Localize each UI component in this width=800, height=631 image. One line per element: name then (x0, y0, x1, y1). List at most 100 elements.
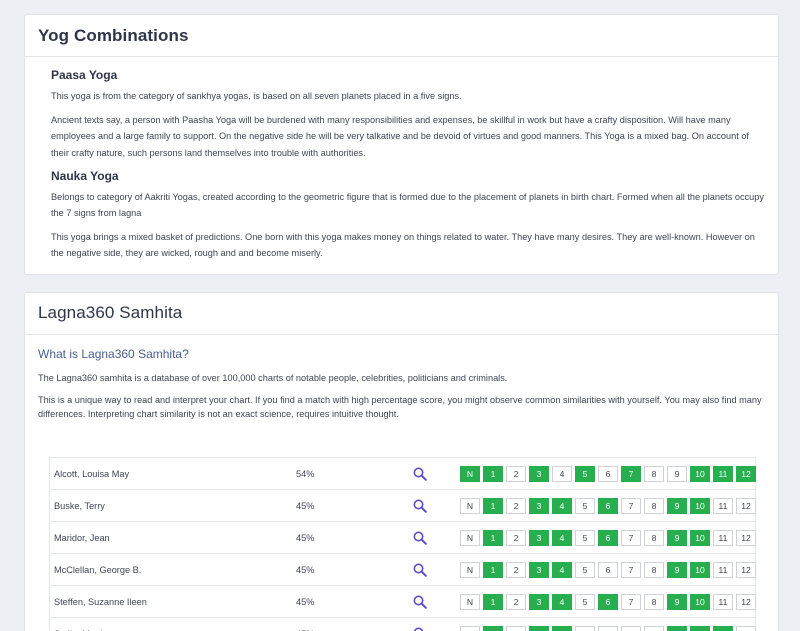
house-box: 6 (598, 626, 618, 631)
yoga-block: Paasa Yoga This yoga is from the category… (51, 68, 765, 161)
search-icon[interactable] (412, 530, 428, 546)
yoga-description: Ancient texts say, a person with Paasha … (51, 115, 749, 158)
house-box: 12 (736, 594, 756, 610)
yoga-block: Nauka Yoga Belongs to category of Aakriti… (51, 169, 765, 262)
yog-combinations-header: Yog Combinations (25, 15, 778, 57)
house-indicators: N123456789101112 (460, 562, 759, 578)
house-box: 4 (552, 530, 572, 546)
search-icon[interactable] (412, 626, 428, 631)
yog-combinations-title: Yog Combinations (38, 26, 189, 45)
house-box: 3 (529, 626, 549, 631)
house-box: 3 (529, 594, 549, 610)
yog-combinations-card: Yog Combinations Paasa Yoga This yoga is … (24, 14, 779, 275)
house-box: 11 (713, 594, 733, 610)
samhita-paragraph: This is a unique way to read and interpr… (38, 395, 762, 420)
house-box: 1 (483, 594, 503, 610)
yoga-name: Paasa Yoga (51, 68, 118, 82)
table-row: Buske, Terry 45% N 1 2 3 4 5 6 7 8 9 10 11 12 (50, 490, 756, 522)
house-box: 3 (529, 530, 549, 546)
house-box: 4 (552, 594, 572, 610)
house-box: 4 (552, 498, 572, 514)
house-box: 2 (506, 562, 526, 578)
yoga-name: Nauka Yoga (51, 168, 119, 183)
house-box: 10 (690, 530, 710, 546)
house-indicators: N123456789101112 (460, 594, 759, 610)
house-box: 11 (713, 530, 733, 546)
house-box: 4 (552, 562, 572, 578)
search-icon[interactable] (412, 562, 428, 578)
house-box: 12 (736, 466, 756, 482)
house-box: 4 (552, 466, 572, 482)
match-score: 45% (296, 564, 315, 575)
house-box: 8 (644, 466, 664, 482)
house-box: 1 (483, 466, 503, 482)
samhita-paragraph: The Lagna360 samhita is a database of ov… (38, 373, 508, 383)
house-box: 7 (621, 466, 641, 482)
samhita-header: Lagna360 Samhita (25, 293, 778, 335)
house-box: 10 (690, 626, 710, 631)
match-score: 45% (296, 532, 315, 543)
house-box: 5 (575, 498, 595, 514)
house-box: 5 (575, 466, 595, 482)
table-row: Maridor, Jean 45% N 1 2 3 4 5 6 7 8 9 10 11 12 (50, 522, 756, 554)
house-box: N (460, 498, 480, 514)
yoga-description: This yoga brings a mixed basket of predi… (51, 232, 755, 259)
house-box: 2 (506, 530, 526, 546)
house-box: 9 (667, 594, 687, 610)
house-box: 1 (483, 562, 503, 578)
house-box: 2 (506, 626, 526, 631)
samhita-intro: What is Lagna360 Samhita? The Lagna360 s… (25, 335, 778, 422)
house-box: 6 (598, 530, 618, 546)
house-box: 12 (736, 498, 756, 514)
house-box: 11 (713, 626, 733, 631)
house-box: 11 (713, 562, 733, 578)
house-indicators: N123456789101112 (460, 466, 759, 482)
house-box: 9 (667, 562, 687, 578)
house-box: 12 (736, 562, 756, 578)
samhita-title: Lagna360 Samhita (38, 303, 183, 322)
house-box: 8 (644, 530, 664, 546)
person-name: Maridor, Jean (54, 532, 110, 543)
house-box: 8 (644, 562, 664, 578)
house-box: 5 (575, 562, 595, 578)
house-indicators: N123456789101112 (460, 498, 759, 514)
house-box: 6 (598, 466, 618, 482)
house-box: 7 (621, 498, 641, 514)
house-box: 10 (690, 466, 710, 482)
house-box: 6 (598, 562, 618, 578)
person-name: Alcott, Louisa May (54, 468, 130, 479)
house-box: 12 (736, 626, 756, 631)
search-icon[interactable] (412, 594, 428, 610)
table-row: Alcott, Louisa May 54% N 1 2 3 4 5 6 7 8 9 10 11 12 (50, 458, 756, 490)
house-box: 7 (621, 530, 641, 546)
house-box: 8 (644, 626, 664, 631)
search-icon[interactable] (412, 466, 428, 482)
house-box: 6 (598, 594, 618, 610)
house-box: 7 (621, 594, 641, 610)
house-box: 5 (575, 594, 595, 610)
house-indicators: N123456789101112 (460, 626, 759, 631)
house-box: 2 (506, 466, 526, 482)
house-box: 4 (552, 626, 572, 631)
house-box: 1 (483, 626, 503, 631)
house-box: 6 (598, 498, 618, 514)
house-box: 9 (667, 530, 687, 546)
house-box: 8 (644, 498, 664, 514)
house-box: 10 (690, 498, 710, 514)
house-box: 3 (529, 466, 549, 482)
house-box: 9 (667, 466, 687, 482)
house-box: 8 (644, 594, 664, 610)
person-name: Buske, Terry (54, 500, 105, 511)
house-box: 1 (483, 530, 503, 546)
yoga-description: This yoga is from the category of sankhy… (51, 91, 462, 101)
table-row: McClellan, George B. 45% N 1 2 3 4 5 6 7 8 9 10 11 12 (50, 554, 756, 586)
house-box: 12 (736, 530, 756, 546)
house-box: 2 (506, 594, 526, 610)
house-box: N (460, 626, 480, 631)
search-icon[interactable] (412, 498, 428, 514)
chart-match-table: Alcott, Louisa May 54% N 1 2 3 4 5 6 7 8 9 10 11 12 Bus… (49, 457, 756, 631)
samhita-subtitle: What is Lagna360 Samhita? (38, 347, 189, 361)
house-box: 3 (529, 562, 549, 578)
yoga-description: Belongs to category of Aakriti Yogas, cr… (51, 191, 764, 219)
match-score: 45% (296, 500, 315, 511)
